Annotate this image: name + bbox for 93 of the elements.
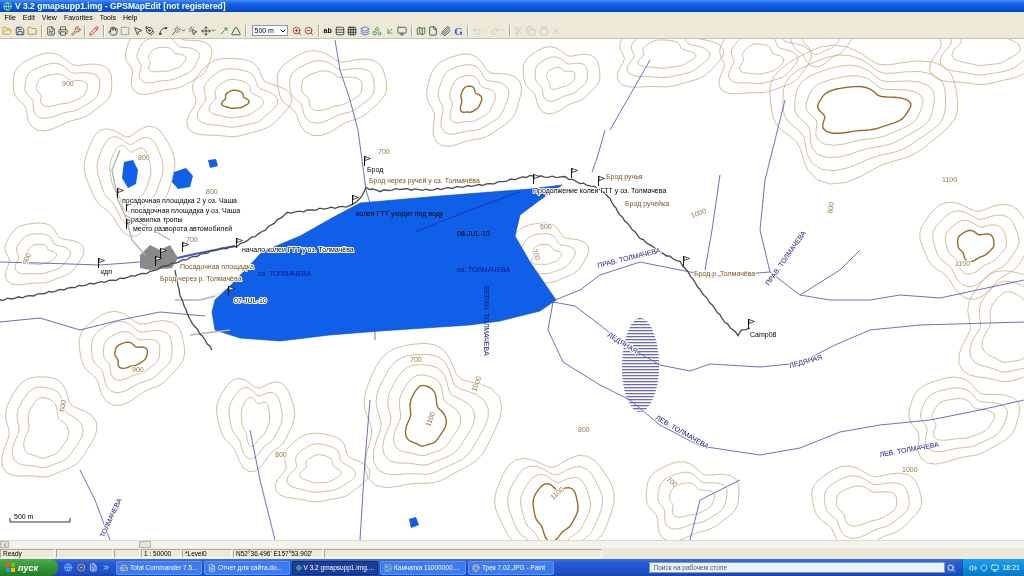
palette-icon [472,563,480,572]
flag-icon [533,173,540,185]
hand-icon [107,25,118,36]
image-icon [384,563,392,572]
toolbar-button[interactable] [187,23,200,38]
toolbar-button[interactable]: G [452,23,465,38]
printer-icon [58,25,69,36]
toolbar-button[interactable] [57,23,70,38]
caret-icon [500,28,506,33]
trail-line [189,329,231,336]
flag-icon [228,285,235,297]
settlement-area [140,245,178,270]
horizontal-scrollbar[interactable] [0,540,1024,548]
map-canvas[interactable] [0,39,1024,540]
arrow-icon [384,25,395,36]
toolbar-button[interactable] [106,23,119,38]
pond-shape [122,160,138,188]
rows-icon [334,25,345,36]
cut-icon [514,25,524,36]
wrench-icon [70,25,81,36]
curve-icon [157,25,168,36]
river-line [609,59,651,131]
shapes-icon [372,25,383,36]
clipboard-icon [539,25,549,36]
map-icon [415,25,426,36]
trail-line [174,295,216,301]
cross-icon [551,25,562,36]
disc-icon[interactable] [76,563,85,572]
toolbar-button[interactable] [44,23,57,38]
zoom-in-icon [291,25,302,36]
toolbar-button[interactable] [144,23,157,38]
page-icon [428,25,439,36]
globe-icon [296,563,302,572]
document-icon [45,25,56,36]
globe-icon[interactable] [64,563,73,572]
start-button[interactable]: пуск [0,559,58,576]
triangle-icon [231,25,242,36]
redo-icon [490,25,501,36]
toolbar-button[interactable] [199,23,218,38]
flag-icon [182,241,189,253]
save-icon [14,25,25,36]
river-line [591,129,606,173]
document-icon [208,563,216,572]
flag-icon [352,194,359,206]
window-title: V 3.2 gmapsupp1.img - GPSMapEdit [not registered] [15,0,226,12]
diagonal-arrow-icon [218,25,229,36]
monitor-icon [397,25,408,36]
drive-icon [120,563,128,572]
flag-icon [364,155,371,167]
flag-icon [98,257,105,269]
river-line [689,479,741,540]
caret-icon [180,28,186,33]
chevrons-icon[interactable] [101,563,110,572]
undo-icon [472,25,483,36]
pond-shape [208,159,218,168]
speaker-icon[interactable] [969,563,978,572]
scroll-left-button[interactable] [0,541,9,548]
copy-icon [526,25,537,36]
start-logo-icon [6,563,15,572]
caret-icon [211,28,216,33]
folder-open-icon [2,25,13,36]
search-icon [946,563,955,572]
grid-icon [347,25,358,36]
flag-icon [126,218,133,230]
folder-icon [27,25,38,36]
monitor-icon[interactable] [991,563,1000,572]
toolbar-button[interactable] [439,23,453,38]
flag-icon [117,187,124,199]
click-icon [188,25,199,36]
scale-bar [9,517,71,523]
scrollbar-thumb[interactable] [139,541,151,548]
flag-icon [571,167,578,179]
move-icon [201,25,211,36]
flag-icon [598,175,605,187]
dashed-square-icon [120,25,131,36]
flag-icon [236,237,243,249]
flag-icon [748,318,755,330]
pond-shape [409,517,419,528]
zoom-out-icon [304,25,315,36]
toolbar-button[interactable] [427,23,440,38]
globe-icon [3,1,12,11]
search-button[interactable] [945,562,957,573]
layers-icon [359,25,370,36]
pencil-icon [89,25,100,36]
paperclip-icon [440,25,451,36]
document-icon[interactable] [89,563,98,572]
flag-icon [683,255,690,267]
pointer-icon [132,25,143,36]
pen-icon [145,25,156,36]
pond-shape [172,168,193,189]
caret-icon [1,541,8,548]
shield-icon[interactable] [980,563,989,572]
wand-icon [170,25,181,36]
